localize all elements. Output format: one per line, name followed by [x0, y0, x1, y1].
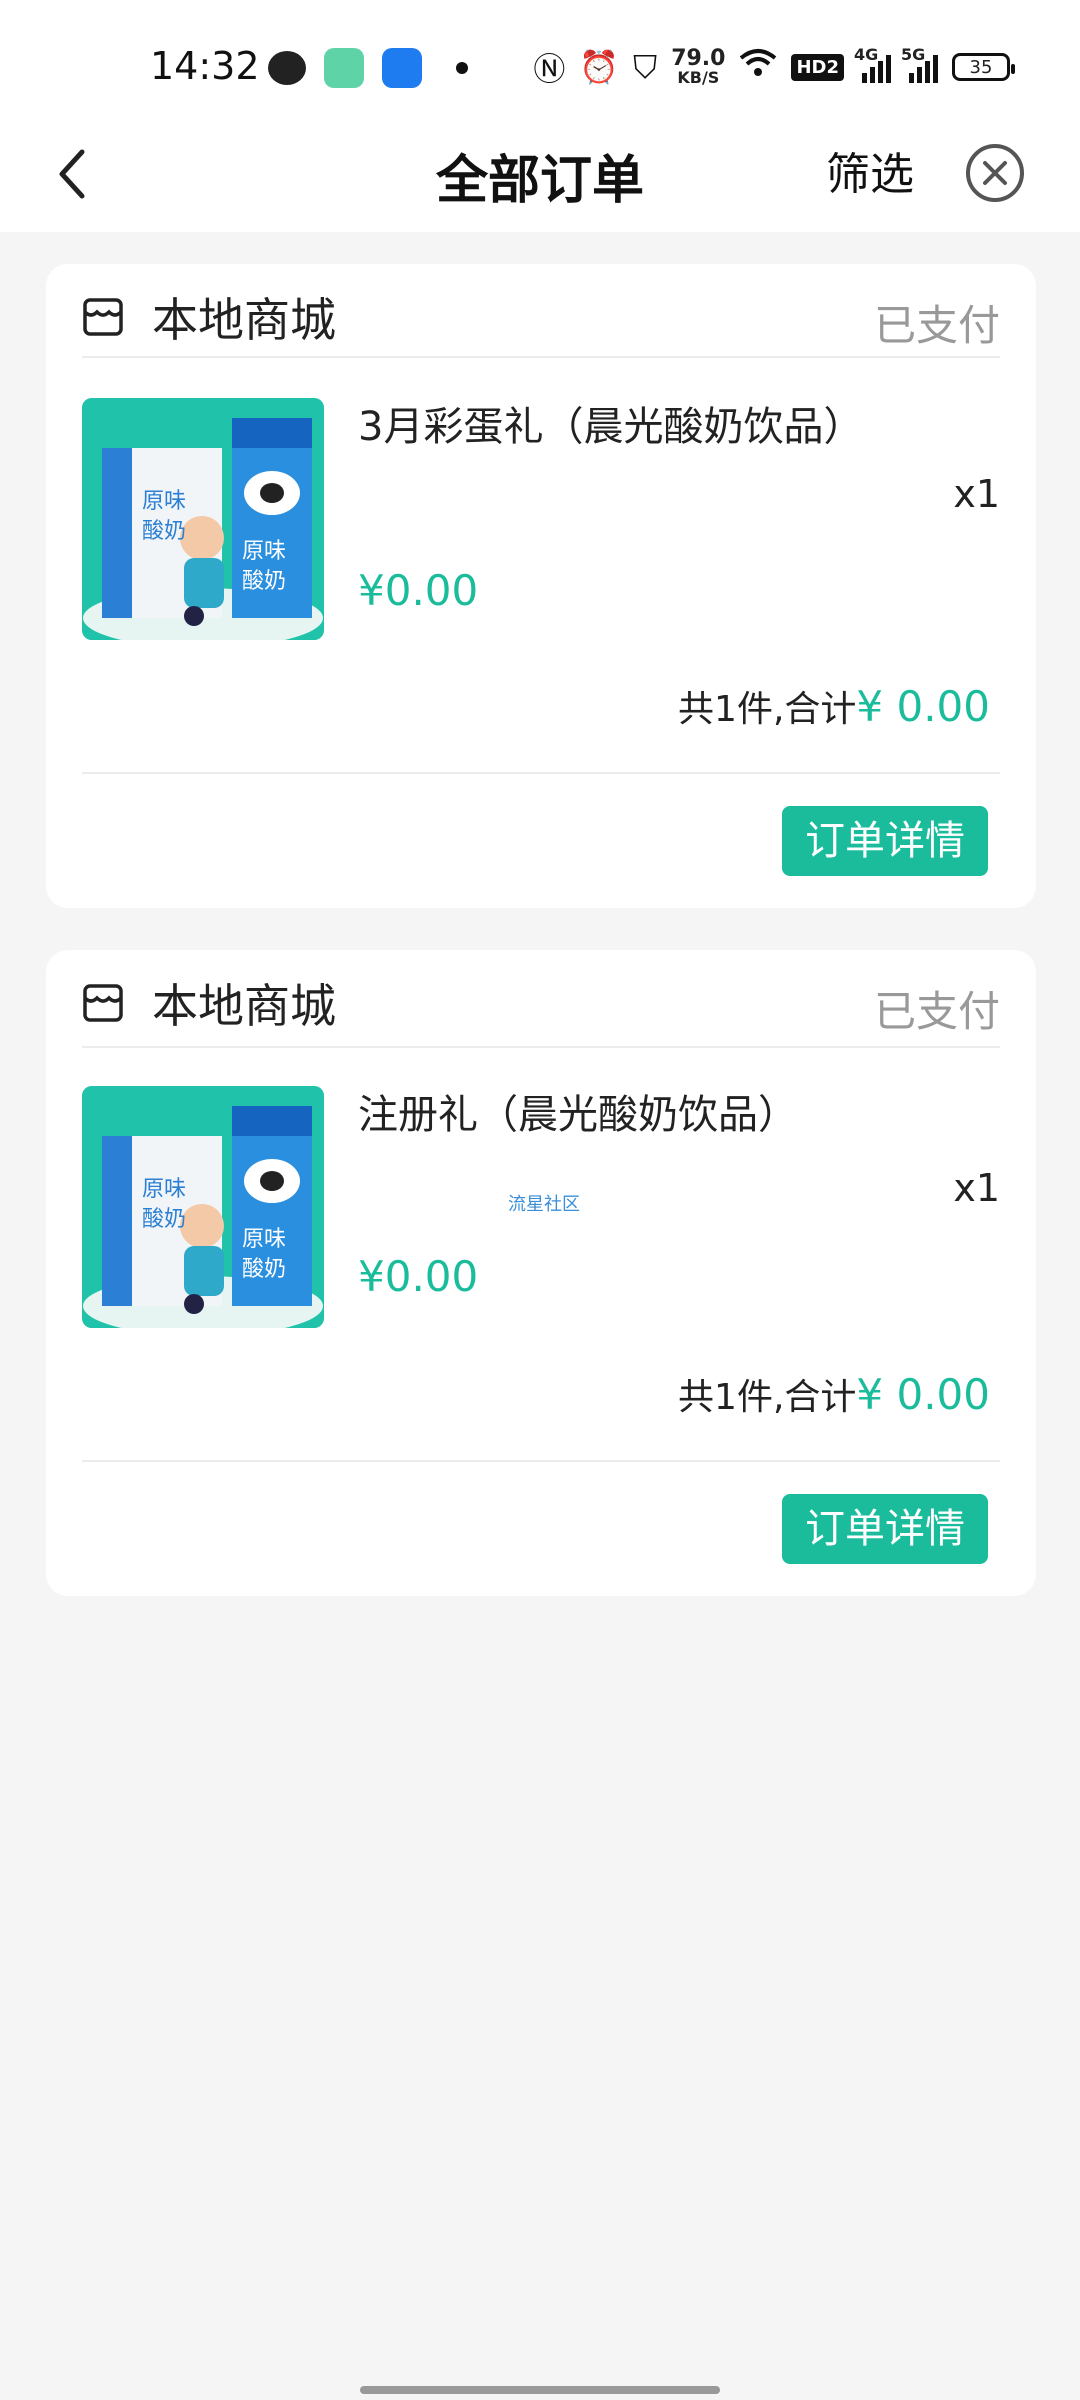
status-bar: 14:32 Ⓝ ⏰ ⛉ 79.0 KB/S HD2 4G 5G 35: [0, 0, 1080, 120]
nfc-icon: Ⓝ: [533, 50, 566, 88]
chat-app-icon: [382, 48, 422, 88]
order-card-header: 本地商城 已支付: [82, 282, 1000, 352]
order-summary: 共1件,合计¥ 0.00: [678, 1368, 990, 1420]
svg-text:原味: 原味: [242, 1227, 286, 1252]
network-speed: 79.0 KB/S: [671, 48, 725, 86]
close-button[interactable]: [966, 144, 1024, 202]
order-detail-button[interactable]: 订单详情: [782, 1494, 988, 1564]
notification-icons: [268, 48, 468, 88]
svg-text:酸奶: 酸奶: [242, 1257, 286, 1282]
hd-voice-badge: HD2: [791, 53, 844, 81]
more-notifications-icon: [456, 62, 468, 74]
shield-icon: ⛉: [633, 47, 658, 86]
signal-5g-icon: 5G: [901, 45, 938, 83]
order-summary-label: 共1件,合计: [678, 689, 857, 730]
divider: [82, 1046, 1000, 1048]
store-name: 本地商城: [152, 979, 336, 1033]
product-price: ¥0.00: [358, 1252, 479, 1301]
yogurt-product-image: 原味 酸奶 原味 酸奶: [82, 398, 324, 640]
order-status: 已支付: [873, 301, 1000, 350]
close-icon: [983, 161, 1007, 185]
battery-indicator: 35: [952, 53, 1015, 81]
filter-button[interactable]: 筛选: [826, 138, 914, 202]
order-total: ¥ 0.00: [856, 1370, 990, 1419]
store-icon: [83, 298, 123, 336]
page-header: 全部订单 筛选: [0, 120, 1080, 232]
divider: [82, 772, 1000, 774]
status-time: 14:32: [150, 44, 260, 88]
svg-text:酸奶: 酸奶: [242, 569, 286, 594]
svg-text:原味: 原味: [142, 1177, 186, 1202]
order-detail-button[interactable]: 订单详情: [782, 806, 988, 876]
order-total: ¥ 0.00: [856, 682, 990, 731]
wechat-icon: [268, 51, 306, 85]
product-quantity: x1: [953, 1166, 1000, 1210]
signal-5g-label: 5G: [901, 45, 926, 64]
order-summary-label: 共1件,合计: [678, 1377, 857, 1418]
svg-text:原味: 原味: [242, 539, 286, 564]
order-status: 已支付: [873, 987, 1000, 1036]
order-card: 本地商城 已支付 原味 酸奶 原味 酸奶 注册礼（晨光酸奶饮品） x1 ¥0.0…: [46, 950, 1036, 1596]
store-icon: [83, 984, 123, 1022]
product-price: ¥0.00: [358, 566, 479, 615]
home-indicator[interactable]: [360, 2386, 720, 2394]
divider: [82, 1460, 1000, 1462]
network-speed-value: 79.0: [671, 46, 726, 71]
yogurt-product-image: 原味 酸奶 原味 酸奶: [82, 1086, 324, 1328]
signal-4g-icon: 4G: [854, 45, 891, 83]
order-summary: 共1件,合计¥ 0.00: [678, 680, 990, 732]
watermark-text: 流星社区: [508, 1194, 580, 1215]
order-card: 本地商城 已支付 原味 酸奶 原味 酸奶 3月彩蛋礼（晨光酸奶饮品） x1 ¥0…: [46, 264, 1036, 908]
svg-text:酸奶: 酸奶: [142, 519, 186, 544]
product-name[interactable]: 注册礼（晨光酸奶饮品）: [358, 1082, 798, 1140]
app-notification-icon: [324, 48, 364, 88]
system-indicators: Ⓝ ⏰ ⛉ 79.0 KB/S HD2 4G 5G 35: [533, 44, 1015, 90]
signal-4g-label: 4G: [854, 45, 879, 64]
product-quantity: x1: [953, 472, 1000, 516]
page-title: 全部订单: [435, 151, 644, 211]
product-image[interactable]: 原味 酸奶 原味 酸奶: [82, 398, 324, 640]
order-card-header: 本地商城 已支付: [82, 968, 1000, 1038]
product-image[interactable]: 原味 酸奶 原味 酸奶: [82, 1086, 324, 1328]
svg-text:酸奶: 酸奶: [142, 1207, 186, 1232]
divider: [82, 356, 1000, 358]
alarm-icon: ⏰: [579, 48, 620, 86]
svg-text:原味: 原味: [142, 489, 186, 514]
network-speed-unit: KB/S: [677, 68, 720, 87]
product-name[interactable]: 3月彩蛋礼（晨光酸奶饮品）: [358, 394, 863, 452]
store-name: 本地商城: [152, 293, 336, 347]
wifi-icon: [739, 48, 777, 86]
